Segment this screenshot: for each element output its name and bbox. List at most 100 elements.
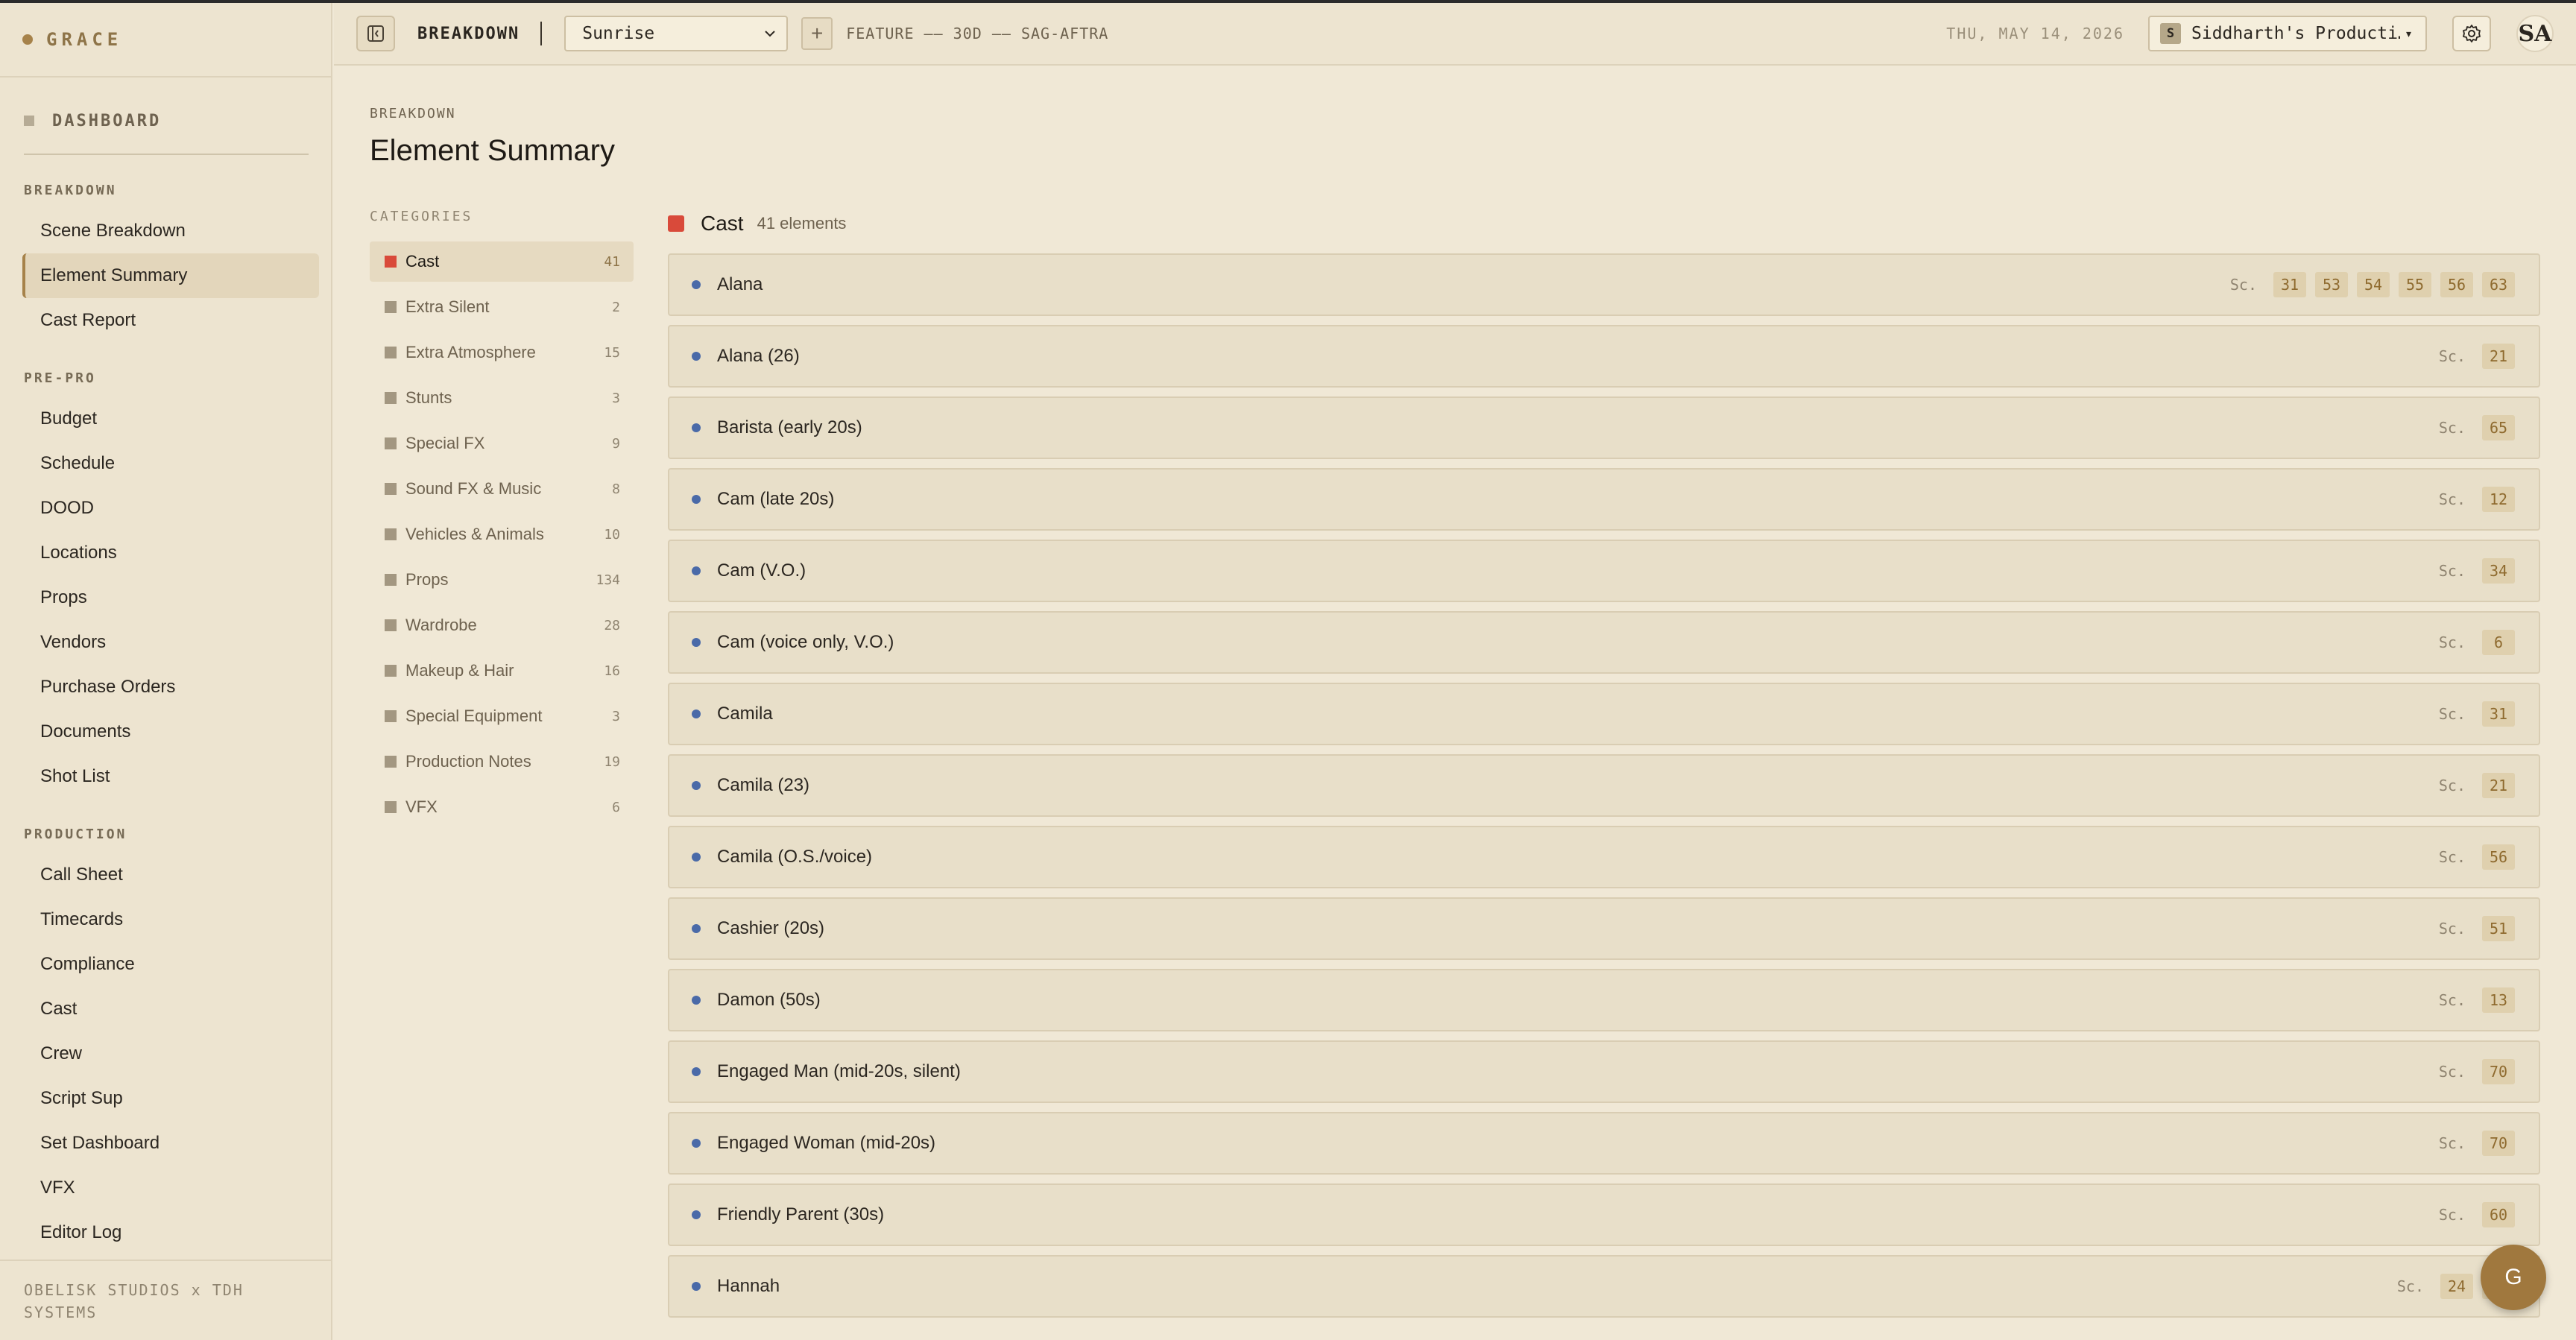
categories-heading: CATEGORIES [370,209,473,224]
sidebar-item-cast[interactable]: Cast [22,987,319,1031]
scene-chip[interactable]: 65 [2482,415,2515,440]
sidebar-item-documents[interactable]: Documents [22,709,319,754]
sidebar-item-purchase-orders[interactable]: Purchase Orders [22,665,319,709]
table-row[interactable]: Friendly Parent (30s) Sc. 60 [668,1183,2540,1246]
sidebar-item-script-sup[interactable]: Script Sup [22,1076,319,1121]
sidebar-item-crew[interactable]: Crew [22,1031,319,1076]
scene-chip[interactable]: 60 [2482,1202,2515,1227]
category-extra-silent[interactable]: Extra Silent 2 [370,287,634,327]
table-row[interactable]: Cam (voice only, V.O.) Sc. 6 [668,611,2540,674]
table-row[interactable]: Cam (V.O.) Sc. 34 [668,540,2540,602]
category-vehicles-animals[interactable]: Vehicles & Animals 10 [370,514,634,554]
sidebar-item-element-summary[interactable]: Element Summary [22,253,319,298]
category-stunts[interactable]: Stunts 3 [370,378,634,418]
category-count: 2 [612,299,620,315]
scene-chip[interactable]: 31 [2273,272,2306,297]
category-count: 15 [604,344,620,361]
brand[interactable]: GRACE [0,3,331,78]
sidebar-item-budget[interactable]: Budget [22,396,319,441]
nav-section-heading: BREAKDOWN [24,182,117,198]
scene-chip[interactable]: 12 [2482,487,2515,512]
category-label: Sound FX & Music [405,479,542,498]
category-wardrobe[interactable]: Wardrobe 28 [370,605,634,645]
category-color-swatch [668,215,684,232]
category-special-equipment[interactable]: Special Equipment 3 [370,696,634,736]
sidebar-item-props[interactable]: Props [22,575,319,620]
scene-chip[interactable]: 24 [2440,1274,2473,1299]
scene-chip[interactable]: 13 [2482,987,2515,1013]
assistant-button[interactable]: G [2481,1245,2546,1310]
scene-chip[interactable]: 70 [2482,1059,2515,1084]
sidebar-item-schedule[interactable]: Schedule [22,441,319,486]
table-row[interactable]: Engaged Man (mid-20s, silent) Sc. 70 [668,1040,2540,1103]
sidebar-nav: BREAKDOWN Scene Breakdown Element Summary C… [0,179,331,1255]
table-row[interactable]: Cashier (20s) Sc. 51 [668,897,2540,960]
scene-chip[interactable]: 51 [2482,916,2515,941]
category-props[interactable]: Props 134 [370,560,634,600]
sidebar-item-compliance[interactable]: Compliance [22,942,319,987]
scene-chip[interactable]: 53 [2315,272,2348,297]
collapse-sidebar-button[interactable] [356,16,395,51]
table-row[interactable]: Camila (23) Sc. 21 [668,754,2540,817]
bullet-icon [692,996,701,1005]
scene-chip[interactable]: 6 [2482,630,2515,655]
avatar[interactable]: SA [2516,15,2554,52]
nav-section: PRE-PRO Budget Schedule DOOD Locations Props V… [0,367,331,799]
scene-chip[interactable]: 56 [2440,272,2473,297]
bullet-icon [692,1139,701,1148]
category-makeup-hair[interactable]: Makeup & Hair 16 [370,651,634,691]
category-cast[interactable]: Cast 41 [370,241,634,282]
sidebar-item-locations[interactable]: Locations [22,531,319,575]
category-label: Production Notes [405,752,531,771]
table-row[interactable]: HannahSc.2425 [668,1255,2540,1318]
bullet-icon [692,924,701,933]
scene-chip[interactable]: 21 [2482,344,2515,369]
category-swatch [385,574,397,586]
sidebar-item-scene-breakdown[interactable]: Scene Breakdown [22,209,319,253]
scene-chip[interactable]: 54 [2357,272,2390,297]
category-label: Special FX [405,434,485,452]
project-select[interactable]: Sunrise [564,16,789,51]
table-row[interactable]: Alana Sc. 31 53 54 55 56 63 [668,253,2540,316]
table-row[interactable]: Camila (O.S./voice) Sc. 56 [668,826,2540,888]
table-row[interactable]: Engaged Woman (mid-20s) Sc. 70 [668,1112,2540,1175]
sidebar-item-set-dashboard[interactable]: Set Dashboard [22,1121,319,1166]
category-sound-fx-music[interactable]: Sound FX & Music 8 [370,469,634,509]
section-title: BREAKDOWN [417,24,520,43]
table-row[interactable]: Damon (50s) Sc. 13 [668,969,2540,1031]
category-special-fx[interactable]: Special FX 9 [370,423,634,464]
category-extra-atmosphere[interactable]: Extra Atmosphere 15 [370,332,634,373]
sidebar-item-label: DASHBOARD [52,111,162,130]
scene-chip[interactable]: 63 [2482,272,2515,297]
scene-chip[interactable]: 55 [2399,272,2431,297]
sidebar-item-timecards[interactable]: Timecards [22,897,319,942]
scene-chip[interactable]: 21 [2482,773,2515,798]
table-row[interactable]: Barista (early 20s) Sc. 65 [668,396,2540,459]
scene-chip[interactable]: 70 [2482,1131,2515,1156]
sidebar-item-vfx[interactable]: VFX [22,1166,319,1210]
page-kicker: BREAKDOWN [370,106,456,121]
brand-dot-icon [22,34,33,45]
sidebar-item-editor-log[interactable]: Editor Log [22,1210,319,1255]
scene-chip[interactable]: 31 [2482,701,2515,727]
category-vfx[interactable]: VFX 6 [370,787,634,827]
category-swatch [385,528,397,540]
sidebar-item-dashboard[interactable]: DASHBOARD [0,88,331,154]
scene-chip[interactable]: 34 [2482,558,2515,584]
settings-button[interactable] [2452,16,2491,51]
sidebar-item-shot-list[interactable]: Shot List [22,754,319,799]
category-production-notes[interactable]: Production Notes 19 [370,742,634,782]
category-swatch [385,301,397,313]
table-row[interactable]: Cam (late 20s) Sc. 12 [668,468,2540,531]
scene-chip[interactable]: 56 [2482,844,2515,870]
add-project-button[interactable]: + [801,17,833,50]
sidebar-item-cast-report[interactable]: Cast Report [22,298,319,343]
category-count: 9 [612,435,620,452]
table-row[interactable]: Alana (26) Sc. 21 [668,325,2540,388]
org-select[interactable]: S Siddharth's Producti… ▾ [2148,16,2427,51]
category-swatch [385,392,397,404]
sidebar-item-vendors[interactable]: Vendors [22,620,319,665]
sidebar-item-dood[interactable]: DOOD [22,486,319,531]
sidebar-item-call-sheet[interactable]: Call Sheet [22,853,319,897]
table-row[interactable]: Camila Sc. 31 [668,683,2540,745]
